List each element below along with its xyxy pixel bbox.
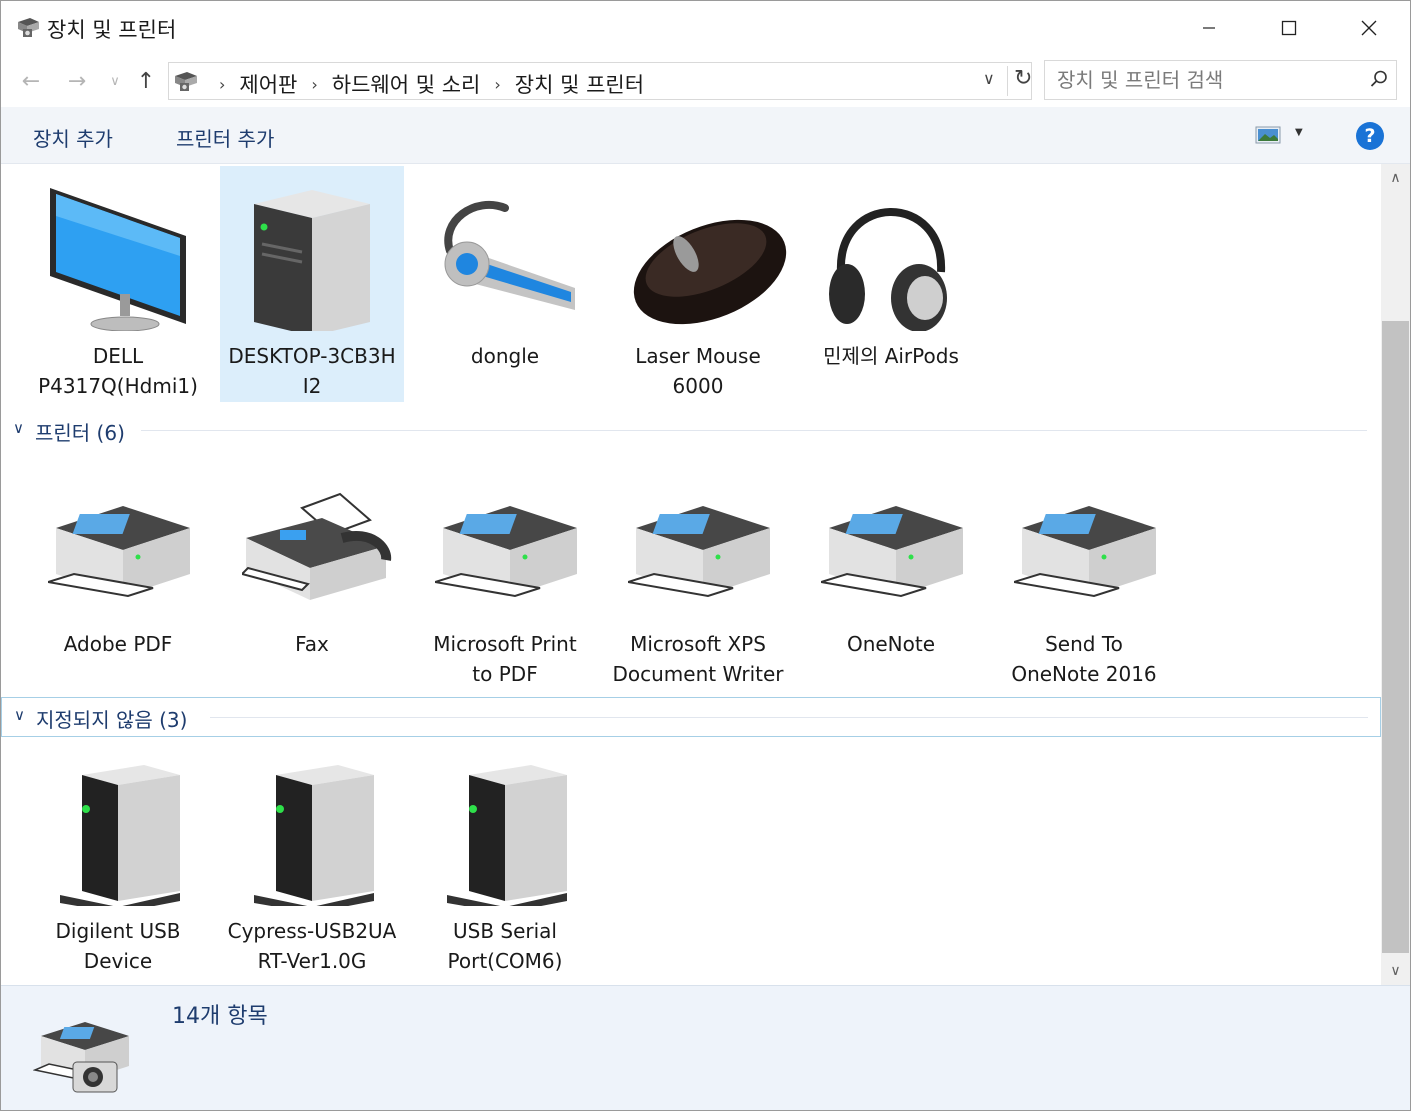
chevron-down-icon: ∨ bbox=[110, 73, 120, 89]
device-label: Laser Mouse 6000 bbox=[635, 344, 761, 398]
breadcrumb-hardware-sound[interactable]: 하드웨어 및 소리 bbox=[332, 69, 481, 99]
mouse-icon bbox=[633, 219, 787, 325]
device-label: Cypress-USB2UA RT-Ver1.0G bbox=[227, 919, 397, 973]
group-divider bbox=[210, 717, 1368, 718]
arrow-right-icon: → bbox=[67, 68, 87, 94]
group-header-unspecified[interactable]: ∨ 지정되지 않음 (3) bbox=[1, 697, 1381, 737]
breadcrumb-separator-icon: › bbox=[219, 74, 226, 94]
printer-icon bbox=[48, 506, 190, 598]
printer-icon bbox=[628, 506, 770, 598]
command-bar: 장치 추가 프린터 추가 ▼ ? bbox=[1, 107, 1410, 164]
printer-label: Fax bbox=[295, 632, 329, 656]
address-bar[interactable]: › 제어판 › 하드웨어 및 소리 › 장치 및 프린터 ∨ ↻ bbox=[168, 62, 1032, 100]
control-panel-icon bbox=[175, 72, 197, 91]
breadcrumb: › 제어판 › 하드웨어 및 소리 › 장치 및 프린터 bbox=[205, 69, 644, 99]
printer-item-onenote[interactable]: OneNote bbox=[799, 454, 983, 690]
search-input[interactable] bbox=[1057, 67, 1357, 93]
close-button[interactable] bbox=[1329, 1, 1409, 55]
refresh-icon[interactable]: ↻ bbox=[1007, 66, 1032, 96]
add-printer-button[interactable]: 프린터 추가 bbox=[176, 123, 274, 152]
bluetooth-headset-icon bbox=[444, 200, 575, 310]
printer-label: Send To OneNote 2016 bbox=[1011, 632, 1157, 686]
device-label: DESKTOP-3CB3H I2 bbox=[228, 344, 396, 398]
printer-item-microsoft-xps[interactable]: Microsoft XPS Document Writer bbox=[606, 454, 790, 690]
printer-icon bbox=[435, 506, 577, 598]
arrow-up-icon: ↑ bbox=[136, 68, 156, 94]
device-label: 민제의 AirPods bbox=[823, 344, 959, 368]
computer-tower-icon bbox=[254, 190, 370, 331]
collapse-chevron-icon[interactable]: ∨ bbox=[13, 419, 24, 437]
help-button[interactable]: ? bbox=[1356, 122, 1384, 150]
breadcrumb-separator-icon[interactable]: › bbox=[494, 75, 500, 94]
recent-locations-button[interactable]: ∨ bbox=[101, 67, 129, 95]
group-title: 지정되지 않음 (3) bbox=[36, 708, 188, 732]
search-box[interactable] bbox=[1044, 60, 1397, 100]
maximize-icon bbox=[1281, 20, 1297, 36]
group-title: 프린터 (6) bbox=[35, 421, 125, 445]
view-options-dropdown-icon[interactable]: ▼ bbox=[1295, 127, 1303, 138]
printer-item-fax[interactable]: Fax bbox=[220, 454, 404, 690]
device-label: Digilent USB Device bbox=[55, 919, 181, 973]
arrow-left-icon: ← bbox=[21, 68, 41, 94]
device-label: dongle bbox=[470, 344, 540, 368]
device-label: USB Serial Port(COM6) bbox=[447, 919, 563, 973]
printer-label: Microsoft XPS Document Writer bbox=[612, 632, 784, 686]
headphones-icon bbox=[829, 208, 947, 331]
group-header-printers[interactable]: ∨ 프린터 (6) bbox=[1, 411, 1381, 451]
change-view-icon[interactable] bbox=[1255, 125, 1281, 145]
breadcrumb-control-panel[interactable]: 제어판 bbox=[239, 69, 297, 99]
device-item-cypress-usb2uart[interactable]: Cypress-USB2UA RT-Ver1.0G bbox=[220, 741, 404, 977]
title-bar: 장치 및 프린터 bbox=[1, 1, 1410, 55]
device-list: DELL P4317Q(Hdmi1) DESKTOP-3CB3H I2 dong… bbox=[1, 164, 1381, 985]
minimize-button[interactable] bbox=[1169, 1, 1249, 55]
forward-button[interactable]: → bbox=[63, 67, 91, 95]
close-icon bbox=[1361, 20, 1377, 36]
device-item-dongle[interactable]: dongle bbox=[413, 166, 597, 402]
devices-and-printers-window: 장치 및 프린터 ← → ∨ ↑ › 제어판 › 하드웨어 및 소리 › 장치 … bbox=[0, 0, 1411, 1111]
printer-label: Microsoft Print to PDF bbox=[433, 632, 577, 686]
add-device-button[interactable]: 장치 추가 bbox=[33, 123, 113, 152]
printer-label: OneNote bbox=[846, 632, 936, 656]
back-button[interactable]: ← bbox=[17, 67, 45, 95]
search-icon[interactable] bbox=[1369, 69, 1389, 89]
device-label: DELL P4317Q(Hdmi1) bbox=[38, 344, 198, 398]
printer-item-adobe-pdf[interactable]: Adobe PDF bbox=[26, 454, 210, 690]
generic-device-icon bbox=[447, 765, 567, 906]
minimize-icon bbox=[1203, 27, 1215, 29]
chevron-down-icon: ∨ bbox=[1390, 963, 1401, 979]
device-item-dell-monitor[interactable]: DELL P4317Q(Hdmi1) bbox=[26, 166, 210, 402]
printer-item-send-to-onenote[interactable]: Send To OneNote 2016 bbox=[992, 454, 1176, 690]
window-title: 장치 및 프린터 bbox=[47, 18, 177, 42]
printer-icon bbox=[1014, 506, 1156, 598]
generic-device-icon bbox=[60, 765, 180, 906]
printer-label: Adobe PDF bbox=[63, 632, 173, 656]
monitor-icon bbox=[50, 188, 186, 331]
details-pane: 14개 항목 bbox=[1, 985, 1410, 1110]
navigation-bar: ← → ∨ ↑ › 제어판 › 하드웨어 및 소리 › 장치 및 프린터 ∨ ↻ bbox=[1, 55, 1410, 107]
address-history-dropdown-icon[interactable]: ∨ bbox=[983, 69, 995, 88]
generic-device-icon bbox=[254, 765, 374, 906]
scroll-down-button[interactable]: ∨ bbox=[1381, 957, 1410, 985]
devices-printers-app-icon bbox=[18, 18, 39, 37]
scroll-up-button[interactable]: ∧ bbox=[1381, 164, 1410, 192]
collapse-chevron-icon[interactable]: ∨ bbox=[14, 706, 25, 724]
vertical-scrollbar[interactable]: ∧ ∨ bbox=[1381, 164, 1410, 985]
scrollbar-thumb[interactable] bbox=[1382, 321, 1409, 953]
device-item-usb-serial-port[interactable]: USB Serial Port(COM6) bbox=[413, 741, 597, 977]
printer-icon bbox=[821, 506, 963, 598]
item-count: 14개 항목 bbox=[172, 1004, 268, 1029]
device-item-laser-mouse[interactable]: Laser Mouse 6000 bbox=[606, 166, 790, 402]
group-divider bbox=[141, 430, 1367, 431]
maximize-button[interactable] bbox=[1249, 1, 1329, 55]
up-button[interactable]: ↑ bbox=[132, 67, 160, 95]
printer-camera-icon bbox=[33, 1022, 129, 1093]
fax-icon bbox=[242, 492, 392, 600]
printer-item-microsoft-print-to-pdf[interactable]: Microsoft Print to PDF bbox=[413, 454, 597, 690]
device-item-desktop-computer[interactable]: DESKTOP-3CB3H I2 bbox=[220, 166, 404, 402]
breadcrumb-separator-icon[interactable]: › bbox=[311, 75, 317, 94]
breadcrumb-devices-printers[interactable]: 장치 및 프린터 bbox=[515, 69, 644, 99]
device-item-digilent-usb[interactable]: Digilent USB Device bbox=[26, 741, 210, 977]
chevron-up-icon: ∧ bbox=[1390, 170, 1401, 186]
device-item-airpods[interactable]: 민제의 AirPods bbox=[799, 166, 983, 402]
